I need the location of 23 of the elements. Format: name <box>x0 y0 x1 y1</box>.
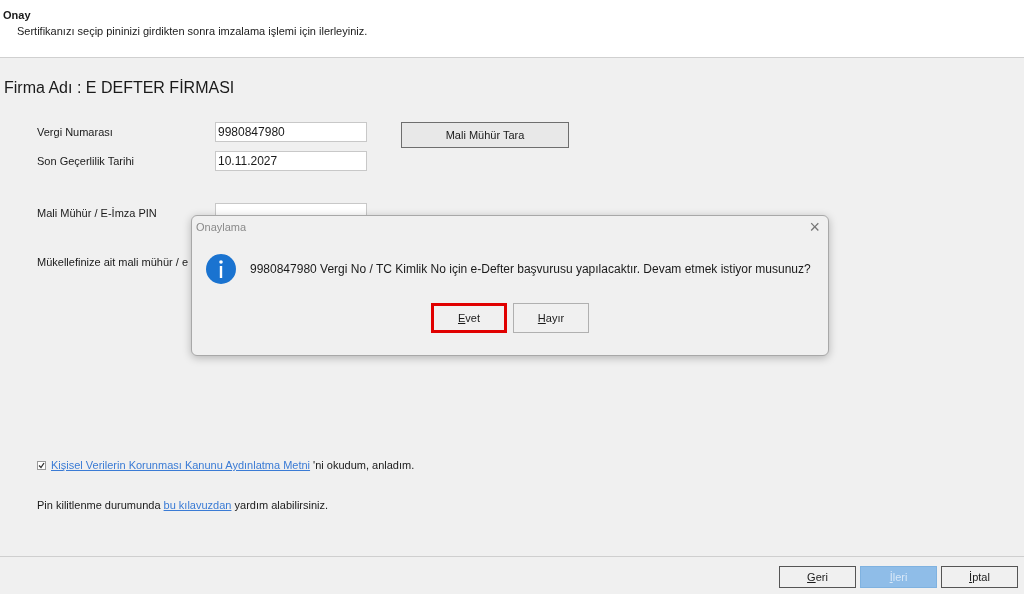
help-text: Pin kilitlenme durumunda bu kılavuzdan yardım alabilirsiniz. <box>37 498 329 511</box>
text-field[interactable]: 10.11.2027 <box>215 151 367 171</box>
nav-button[interactable]: İptal <box>941 566 1018 588</box>
guide-link[interactable]: bu kılavuzdan <box>163 498 232 511</box>
field-label: Son Geçerlilik Tarihi <box>37 153 135 169</box>
dialog-button[interactable]: Hayır <box>513 303 589 333</box>
dialog-message: 9980847980 Vergi No / TC Kimlik No için e-Defter başvurusu yapılacaktır. Devam etmek istiyor musunuz? <box>250 261 811 278</box>
field-label: Vergi Numarası <box>37 124 114 140</box>
scan-button[interactable]: Mali Mühür Tara <box>401 122 569 149</box>
consent-link[interactable]: Kişisel Verilerin Korunması Kanunu Aydınlatma Metni <box>51 459 311 471</box>
header-subtitle: Sertifikanızı seçip pininizi girdikten sonra imzalama işlemi için ilerleyiniz. <box>16 24 369 38</box>
consent-text: Kişisel Verilerin Korunması Kanunu Aydınlatma Metni 'ni okudum, anladım. <box>51 458 415 473</box>
close-button[interactable]: × <box>809 218 820 236</box>
consent-checkbox[interactable] <box>37 460 46 470</box>
info-icon <box>206 254 236 284</box>
dialog-title: Onaylama <box>196 219 247 235</box>
nav-button[interactable]: Geri <box>779 566 856 588</box>
field-label: Mükellefinize ait mali mühür / e <box>37 256 188 268</box>
header-title: Onay <box>3 8 32 22</box>
text-field[interactable]: 9980847980 <box>215 122 367 142</box>
dialog-button[interactable]: Evet <box>431 303 507 333</box>
company-name: Firma Adı : E DEFTER FİRMASI <box>4 79 235 96</box>
field-label: Mali Mühür / E-İmza PIN <box>37 206 158 221</box>
